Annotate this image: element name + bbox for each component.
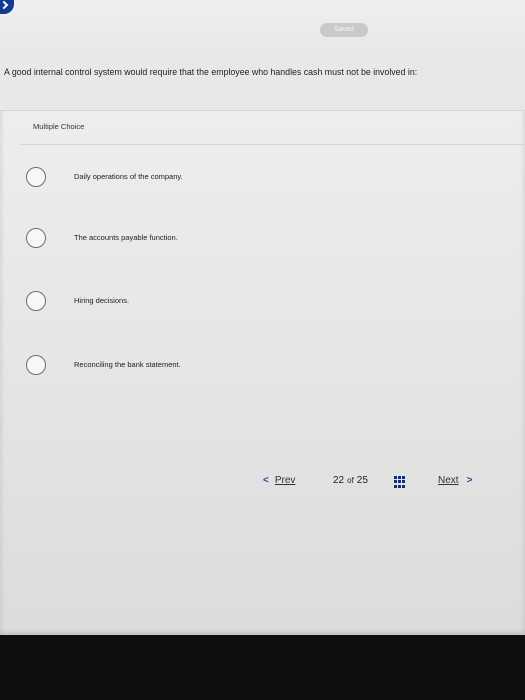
radio-button-icon[interactable]: [26, 228, 46, 248]
chevron-right-icon: >: [466, 475, 473, 486]
prev-button[interactable]: < Prev: [263, 475, 295, 486]
question-text: A good internal control system would req…: [4, 67, 418, 77]
answer-option-label: Daily operations of the company.: [74, 172, 183, 181]
chevron-left-icon: <: [263, 475, 269, 486]
answer-option-label: Reconciling the bank statement.: [74, 360, 181, 369]
radio-button-icon[interactable]: [26, 291, 46, 311]
saved-status-badge: Saved: [320, 23, 368, 37]
next-button-label: Next: [438, 475, 459, 486]
answer-option[interactable]: Daily operations of the company.: [26, 165, 446, 191]
current-page: 22: [333, 475, 345, 486]
top-bar: Saved: [0, 0, 525, 48]
question-type-label: Multiple Choice: [33, 122, 85, 131]
app-screen: Saved A good internal control system wou…: [0, 0, 525, 635]
next-button[interactable]: Next >: [438, 475, 472, 486]
total-pages: 25: [356, 475, 368, 486]
question-navigation: < Prev 22 of 25 Next >: [0, 470, 525, 496]
back-icon[interactable]: [0, 0, 14, 14]
radio-button-icon[interactable]: [26, 167, 46, 187]
answer-option[interactable]: Reconciling the bank statement.: [26, 353, 446, 379]
divider: [20, 144, 525, 145]
page-of-label: of: [347, 476, 354, 485]
radio-button-icon[interactable]: [26, 355, 46, 375]
answer-option[interactable]: Hiring decisions.: [26, 289, 446, 315]
prev-button-label: Prev: [274, 475, 296, 486]
page-counter: 22 of 25: [333, 475, 368, 486]
answer-option-label: The accounts payable function.: [74, 233, 178, 242]
answer-option[interactable]: The accounts payable function.: [26, 226, 446, 252]
grid-icon[interactable]: [394, 476, 406, 488]
answer-option-label: Hiring decisions.: [74, 296, 130, 305]
question-band: A good internal control system would req…: [0, 48, 525, 111]
